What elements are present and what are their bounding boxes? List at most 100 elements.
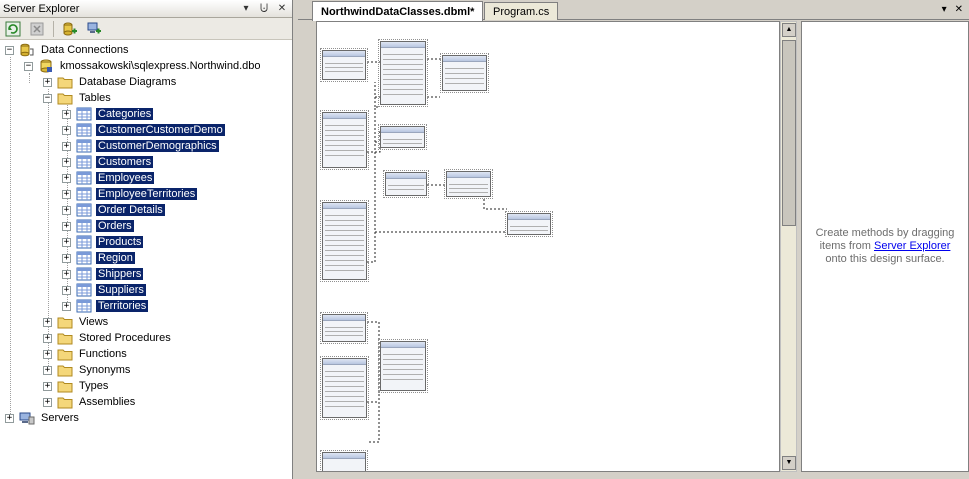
entity-region[interactable]	[505, 211, 553, 237]
expand-toggle[interactable]: +	[62, 221, 71, 231]
entity-orders[interactable]	[320, 356, 369, 420]
expand-toggle[interactable]: +	[62, 205, 71, 215]
entity-property	[325, 215, 364, 216]
connect-to-server-button[interactable]	[84, 20, 104, 38]
entity-customer-customer-demo[interactable]	[378, 124, 427, 150]
entity-customer-demographics[interactable]	[383, 170, 429, 198]
tab-program-cs[interactable]: Program.cs	[484, 2, 559, 20]
entity-territories[interactable]	[444, 169, 493, 199]
entity-customers[interactable]	[320, 110, 369, 170]
expand-toggle[interactable]: +	[62, 237, 71, 247]
expand-toggle[interactable]: +	[43, 365, 52, 375]
expand-toggle[interactable]: +	[5, 413, 14, 423]
table-icon	[76, 202, 92, 218]
expand-toggle[interactable]: +	[43, 397, 52, 407]
entity-property	[325, 386, 364, 387]
entity-shippers[interactable]	[320, 312, 368, 344]
refresh-button[interactable]	[3, 20, 23, 38]
tree-node-tables[interactable]: − Tables	[43, 90, 113, 106]
window-position-dropdown-icon[interactable]: ▾	[238, 2, 254, 16]
table-item[interactable]: + Customers	[62, 154, 154, 170]
expand-toggle[interactable]: +	[43, 333, 52, 343]
table-item[interactable]: + CustomerDemographics	[62, 138, 219, 154]
tab-northwind-dbml[interactable]: NorthwindDataClasses.dbml*	[312, 1, 484, 21]
expand-toggle[interactable]: +	[62, 285, 71, 295]
server-explorer-link[interactable]: Server Explorer	[874, 240, 950, 252]
scroll-down-arrow-icon[interactable]: ▼	[782, 456, 796, 470]
entity-categories[interactable]	[320, 48, 368, 82]
expand-toggle[interactable]: +	[43, 349, 52, 359]
table-icon	[76, 234, 92, 250]
expand-toggle[interactable]: +	[62, 141, 71, 151]
entity-employees[interactable]	[320, 200, 369, 282]
close-document-icon[interactable]: ✕	[955, 4, 963, 15]
tree-node-connection[interactable]: − kmossakowski\sqlexpress.Northwind.dbo	[24, 58, 263, 74]
expand-toggle[interactable]: +	[62, 125, 71, 135]
expand-toggle[interactable]: +	[62, 253, 71, 263]
tree-node-views[interactable]: + Views	[43, 314, 110, 330]
tree-node-database-diagrams[interactable]: + Database Diagrams	[43, 74, 178, 90]
expand-toggle[interactable]: +	[43, 77, 52, 87]
tree-node-servers[interactable]: + Servers	[5, 410, 81, 426]
methods-pane[interactable]: Create methods by dragging items from Se…	[801, 21, 969, 472]
design-surface-vertical-scrollbar[interactable]: ▲ ▼	[780, 21, 797, 472]
scrollbar-thumb[interactable]	[782, 40, 796, 226]
expand-toggle[interactable]: +	[62, 173, 71, 183]
close-icon[interactable]: ✕	[274, 2, 290, 16]
active-files-dropdown-icon[interactable]: ▾	[942, 4, 947, 15]
tree-node-data-connections[interactable]: − Data Connections	[5, 42, 130, 58]
expand-toggle[interactable]: +	[43, 317, 52, 327]
table-item[interactable]: + Employees	[62, 170, 155, 186]
entity-suppliers[interactable]	[440, 53, 489, 93]
table-item[interactable]: + CustomerCustomerDemo	[62, 122, 225, 138]
expand-toggle[interactable]: +	[62, 109, 71, 119]
collapse-toggle[interactable]: −	[24, 61, 33, 71]
stop-refresh-button[interactable]	[27, 20, 47, 38]
scroll-up-arrow-icon[interactable]: ▲	[782, 23, 796, 37]
entity-property	[383, 359, 423, 360]
collapse-toggle[interactable]: −	[43, 93, 52, 103]
tree-node-assemblies[interactable]: + Assemblies	[43, 394, 137, 410]
entity-property	[325, 265, 364, 266]
tree-node-label: Functions	[79, 348, 127, 360]
dbml-design-surface[interactable]	[316, 21, 780, 472]
tree-node-synonyms[interactable]: + Synonyms	[43, 362, 132, 378]
connect-to-database-button[interactable]	[60, 20, 80, 38]
entity-property	[383, 84, 423, 85]
table-item[interactable]: + Order Details	[62, 202, 165, 218]
tree-node-stored-procedures[interactable]: + Stored Procedures	[43, 330, 173, 346]
expand-toggle[interactable]: +	[62, 157, 71, 167]
tree-node-types[interactable]: + Types	[43, 378, 110, 394]
entity-employee-territories[interactable]	[320, 450, 368, 471]
document-window-controls: ▾ ✕	[942, 4, 963, 15]
expand-toggle[interactable]: +	[43, 381, 52, 391]
entity-property	[449, 184, 488, 185]
entity-property	[383, 94, 423, 95]
expand-toggle[interactable]: +	[62, 301, 71, 311]
table-item[interactable]: + Suppliers	[62, 282, 146, 298]
expand-toggle[interactable]: +	[62, 189, 71, 199]
auto-hide-pin-icon[interactable]: ⨃	[256, 2, 272, 16]
entity-order-details[interactable]	[378, 339, 428, 393]
table-icon	[76, 218, 92, 234]
entity-products[interactable]	[378, 39, 428, 107]
table-item[interactable]: + Shippers	[62, 266, 144, 282]
table-item[interactable]: + EmployeeTerritories	[62, 186, 198, 202]
tab-label: Program.cs	[493, 5, 550, 18]
table-item-label: Order Details	[96, 204, 165, 216]
entity-property	[325, 63, 363, 64]
collapse-toggle[interactable]: −	[5, 45, 14, 55]
entity-property	[383, 59, 423, 60]
table-item-label: Employees	[96, 172, 155, 184]
entity-property	[325, 391, 364, 392]
table-item[interactable]: + Region	[62, 250, 135, 266]
table-item[interactable]: + Products	[62, 234, 144, 250]
table-item[interactable]: + Orders	[62, 218, 134, 234]
entity-property	[325, 67, 363, 68]
expand-toggle[interactable]: +	[62, 269, 71, 279]
entity-property	[510, 230, 548, 231]
table-item[interactable]: + Territories	[62, 298, 149, 314]
tree-node-functions[interactable]: + Functions	[43, 346, 129, 362]
table-item[interactable]: + Categories	[62, 106, 154, 122]
entity-property	[383, 374, 423, 375]
